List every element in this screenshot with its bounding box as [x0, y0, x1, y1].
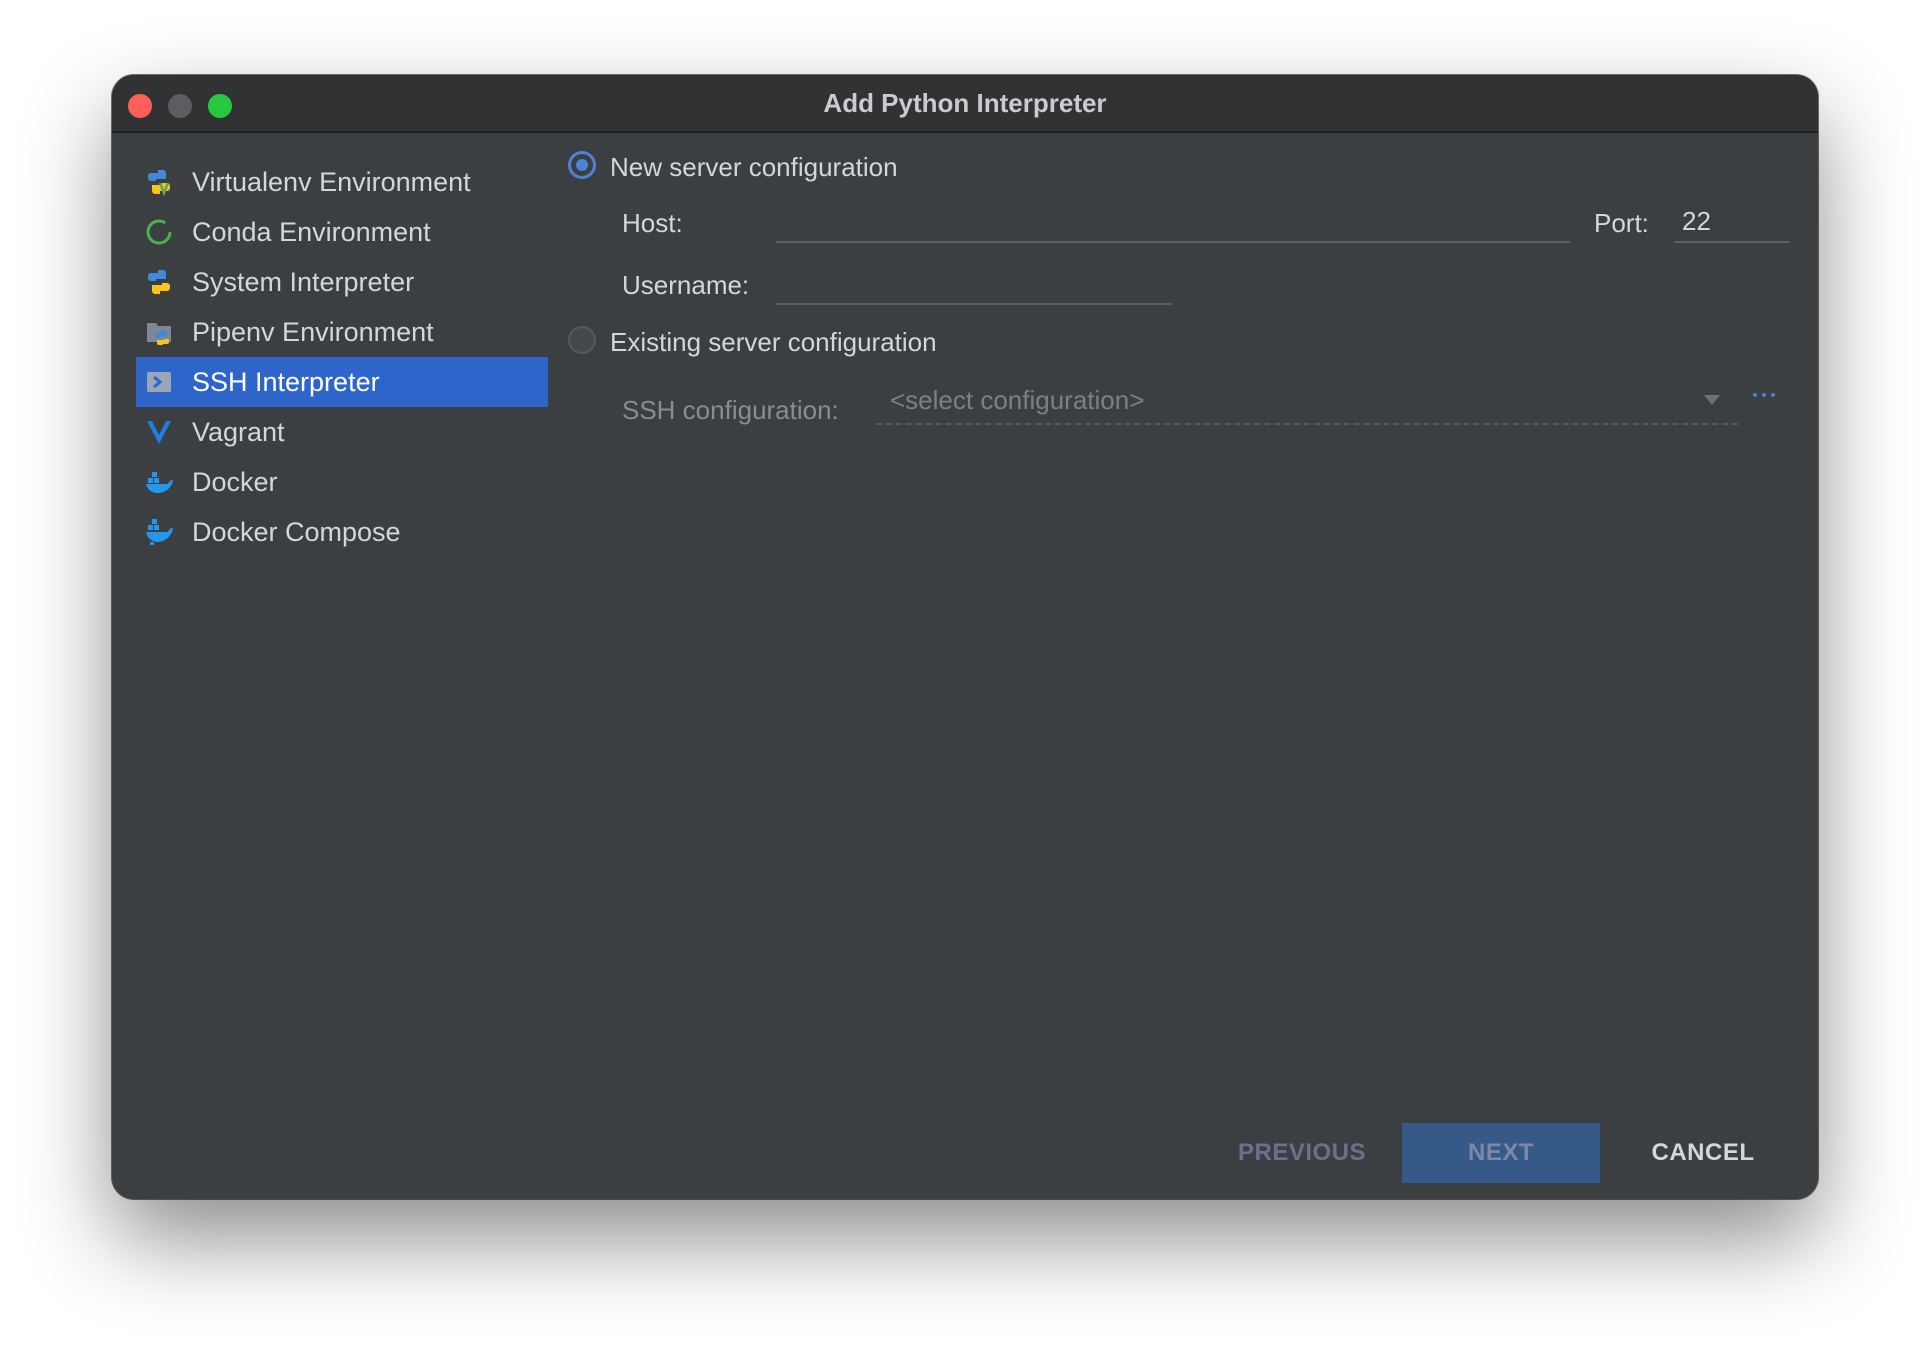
vagrant-icon: [147, 421, 171, 444]
sidebar-item-label: Docker Compose: [192, 517, 401, 547]
cancel-button[interactable]: CANCEL: [1628, 1123, 1778, 1183]
python-virtualenv-icon: [148, 170, 170, 197]
sidebar-item-label: Docker: [192, 467, 278, 497]
new-server-label[interactable]: New server configuration: [610, 152, 898, 183]
python-icon: [148, 270, 170, 294]
title-bar: Add Python Interpreter: [112, 75, 1818, 133]
sidebar-item-ssh-interpreter[interactable]: SSH Interpreter: [136, 357, 548, 407]
sidebar-item-label: Pipenv Environment: [192, 317, 434, 347]
docker-icon: [146, 472, 173, 493]
new-server-radio[interactable]: [568, 151, 596, 179]
ssh-configuration-placeholder: <select configuration>: [890, 385, 1145, 415]
chevron-down-icon: [1704, 395, 1720, 405]
sidebar-item-conda[interactable]: Conda Environment: [136, 207, 548, 257]
sidebar-item-vagrant[interactable]: Vagrant: [136, 407, 548, 457]
port-label: Port:: [1594, 208, 1649, 238]
conda-icon: [146, 219, 172, 245]
host-label: Host:: [622, 208, 683, 238]
ssh-configuration-label: SSH configuration:: [622, 395, 839, 425]
sidebar-item-pipenv[interactable]: Pipenv Environment: [136, 307, 548, 357]
add-python-interpreter-dialog: Add Python Interpreter Virtualenv Enviro…: [112, 75, 1818, 1199]
sidebar-item-docker[interactable]: Docker: [136, 457, 548, 507]
existing-server-label[interactable]: Existing server configuration: [610, 327, 937, 358]
sidebar-item-label: Virtualenv Environment: [192, 167, 471, 197]
sidebar-item-system-interpreter[interactable]: System Interpreter: [136, 257, 548, 307]
ssh-terminal-icon: [147, 372, 171, 392]
host-input[interactable]: [776, 201, 1570, 241]
sidebar-item-label: Conda Environment: [192, 217, 431, 247]
port-field[interactable]: [1674, 201, 1790, 243]
sidebar-item-label: SSH Interpreter: [192, 367, 380, 397]
username-field[interactable]: [776, 263, 1172, 305]
host-field[interactable]: [776, 201, 1570, 243]
window-title: Add Python Interpreter: [823, 88, 1107, 118]
docker-compose-icon: [146, 519, 173, 545]
sidebar-item-label: System Interpreter: [192, 267, 415, 297]
username-input[interactable]: [776, 263, 1172, 303]
username-label: Username:: [622, 270, 750, 300]
pipenv-icon: [147, 323, 171, 345]
port-input[interactable]: [1674, 201, 1790, 241]
sidebar-item-virtualenv[interactable]: Virtualenv Environment: [136, 157, 548, 207]
sidebar-item-label: Vagrant: [192, 417, 285, 447]
existing-server-radio[interactable]: [568, 326, 596, 354]
next-button[interactable]: NEXT: [1402, 1123, 1600, 1183]
previous-button[interactable]: PREVIOUS: [1222, 1123, 1382, 1183]
sidebar-item-docker-compose[interactable]: Docker Compose: [136, 507, 548, 557]
ssh-configuration-dropdown[interactable]: <select configuration>: [876, 375, 1738, 425]
interpreter-type-list: Virtualenv Environment Conda Environment…: [136, 157, 548, 557]
more-options-icon[interactable]: [1752, 385, 1778, 405]
